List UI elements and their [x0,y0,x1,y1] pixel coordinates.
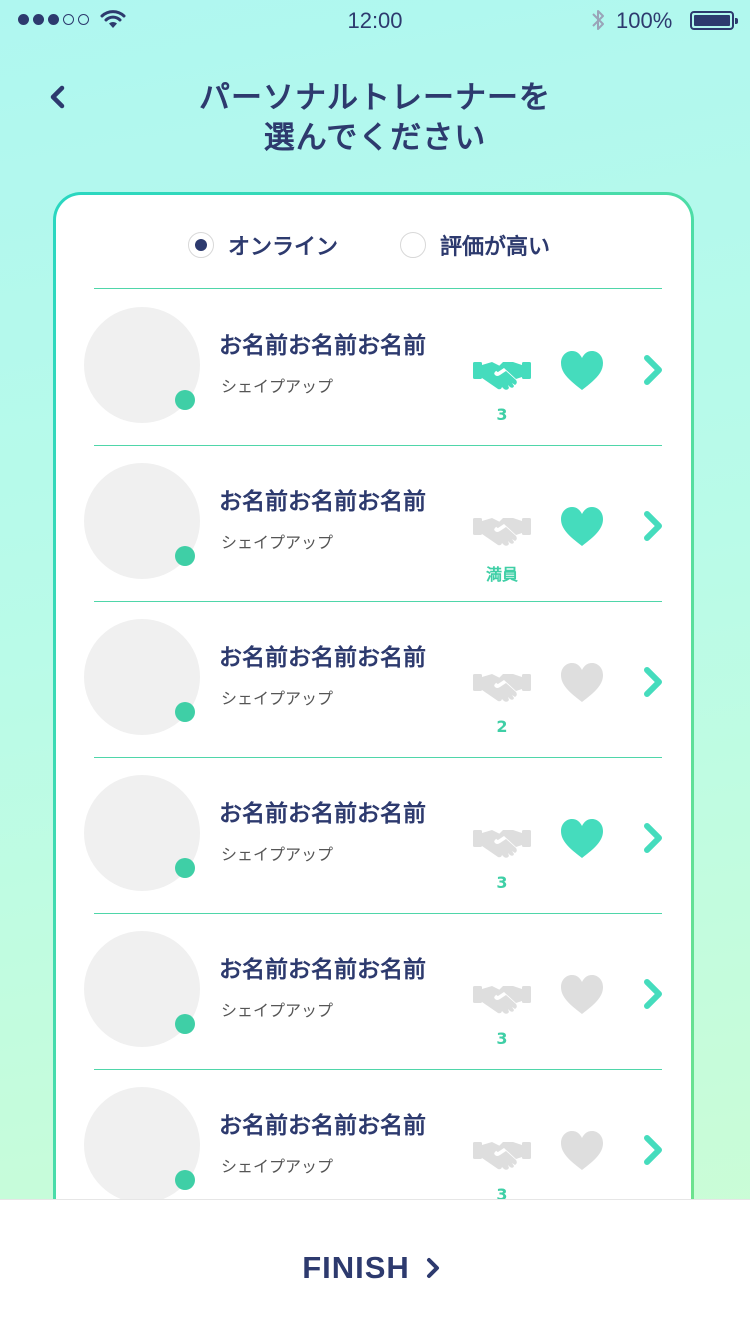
handshake-icon [472,662,532,712]
trainer-name: お名前お名前お名前 [219,489,426,515]
filter-online[interactable]: オンライン [188,229,338,261]
trainer-name: お名前お名前お名前 [219,801,426,827]
chevron-right-icon [426,1258,439,1278]
trainer-row[interactable]: お名前お名前お名前 シェイプアップ 3 [56,914,691,1070]
trainer-category: シェイプアップ [221,689,334,708]
chevron-right-icon[interactable] [636,821,670,855]
back-button[interactable] [42,80,72,114]
handshake-icon [472,974,532,1024]
page-title-line1: パーソナルトレーナーを [199,80,551,116]
handshake-icon [472,506,532,556]
trainer-row[interactable]: お名前お名前お名前 シェイプアップ 2 [56,602,691,758]
trainer-row[interactable]: お名前お名前お名前 シェイプアップ 3 [56,758,691,914]
heart-icon[interactable] [559,816,605,862]
trainer-row[interactable]: お名前お名前お名前 シェイプアップ 満員 [56,446,691,602]
online-status-dot [175,390,195,410]
bluetooth-icon [592,10,604,30]
bottom-bar: FINISH [0,1199,750,1335]
heart-icon[interactable] [559,972,605,1018]
heart-icon[interactable] [559,660,605,706]
chevron-right-icon[interactable] [636,353,670,387]
handshake-count: 満員 [485,565,518,584]
trainer-category: シェイプアップ [221,1157,334,1176]
battery-percent: 100% [616,8,673,33]
radio-high-rating[interactable] [400,232,426,258]
online-status-dot [175,858,195,878]
trainer-list-card-body: オンライン 評価が高い お名前お名前お名前 シェイプアップ 3 お名前お名前お名… [56,195,691,1289]
trainer-name: お名前お名前お名前 [219,1113,426,1139]
trainer-list-card: オンライン 評価が高い お名前お名前お名前 シェイプアップ 3 お名前お名前お名… [53,192,694,1292]
finish-label: FINISH [302,1250,410,1285]
handshake-count: 3 [496,1029,508,1048]
trainer-category: シェイプアップ [221,377,334,396]
handshake-icon [472,818,532,868]
divider [94,288,662,289]
status-bar: 12:00 100% [0,0,750,42]
finish-button[interactable]: FINISH [0,1250,750,1286]
filter-high-rating[interactable]: 評価が高い [400,229,550,261]
page-title: パーソナルトレーナーを 選んでください [150,78,600,158]
handshake-icon [472,350,532,400]
filter-high-rating-label: 評価が高い [440,235,551,260]
battery-icon [690,11,738,30]
trainer-category: シェイプアップ [221,1001,334,1020]
heart-icon[interactable] [559,348,605,394]
online-status-dot [175,702,195,722]
online-status-dot [175,1170,195,1190]
trainer-row[interactable]: お名前お名前お名前 シェイプアップ 3 [56,290,691,446]
trainer-name: お名前お名前お名前 [219,333,426,359]
trainer-category: シェイプアップ [221,845,334,864]
heart-icon[interactable] [559,504,605,550]
trainer-category: シェイプアップ [221,533,334,552]
filter-online-label: オンライン [228,235,339,260]
chevron-right-icon[interactable] [636,665,670,699]
chevron-right-icon[interactable] [636,1133,670,1167]
page-title-line2: 選んでください [263,120,487,156]
trainer-name: お名前お名前お名前 [219,645,426,671]
heart-icon[interactable] [559,1128,605,1174]
chevron-left-icon [50,85,65,109]
handshake-icon [472,1130,532,1180]
handshake-count: 3 [496,405,508,424]
filter-group: オンライン 評価が高い [56,229,691,269]
chevron-right-icon[interactable] [636,509,670,543]
online-status-dot [175,546,195,566]
handshake-count: 2 [496,717,508,736]
chevron-right-icon[interactable] [636,977,670,1011]
online-status-dot [175,1014,195,1034]
handshake-count: 3 [496,873,508,892]
radio-online[interactable] [188,232,214,258]
trainer-name: お名前お名前お名前 [219,957,426,983]
